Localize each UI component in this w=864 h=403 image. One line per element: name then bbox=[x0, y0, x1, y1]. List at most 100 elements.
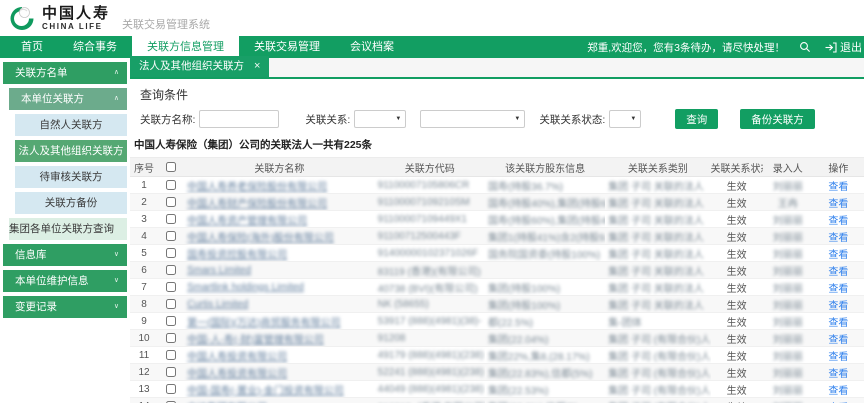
backup-parties-button[interactable]: 备份关联方 bbox=[740, 109, 815, 129]
party-code-cell: 44049 (888)(4981)(238) bbox=[375, 381, 485, 398]
chevron-down-icon: ▼ bbox=[514, 116, 520, 122]
party-name-link[interactable]: Smartlink holdings Limited bbox=[187, 282, 304, 293]
view-link[interactable]: 查看 bbox=[828, 250, 848, 261]
row-checkbox[interactable] bbox=[166, 265, 176, 275]
relation-status-cell: 生效 bbox=[711, 228, 763, 245]
action-cell: 查看 bbox=[813, 211, 864, 228]
operator-cell: 王冉 bbox=[763, 194, 813, 211]
table-row: 9第一(国际)(万达)商贸服务有限公司53917 (888)(4981)(38)… bbox=[130, 313, 864, 330]
row-checkbox[interactable] bbox=[166, 231, 176, 241]
view-link[interactable]: 查看 bbox=[828, 369, 848, 380]
party-name-link[interactable]: 中国人寿投资有限公司 bbox=[187, 352, 287, 363]
party-name-link[interactable]: 国寿投资控股有限公司 bbox=[187, 250, 287, 261]
sidebar-item-9[interactable]: 变更记录∨ bbox=[3, 296, 127, 318]
row-checkbox[interactable] bbox=[166, 282, 176, 292]
row-number-cell: 9 bbox=[130, 313, 158, 330]
sidebar-item-1[interactable]: 本单位关联方∧ bbox=[9, 88, 127, 110]
relation-category-cell: 集团 子司 关联的法人 bbox=[605, 211, 710, 228]
view-link[interactable]: 查看 bbox=[828, 335, 848, 346]
action-cell: 查看 bbox=[813, 296, 864, 313]
sidebar-item-label: 法人及其他组织关联方 bbox=[15, 140, 127, 162]
row-checkbox[interactable] bbox=[166, 350, 176, 360]
nav-item-3[interactable]: 关联交易管理 bbox=[239, 36, 335, 58]
view-link[interactable]: 查看 bbox=[828, 182, 848, 193]
sidebar-item-5[interactable]: 关联方备份 bbox=[15, 192, 127, 214]
relation-category-text: 集团 子司 关联的法人 bbox=[608, 233, 704, 244]
relation-status-cell: 生效 bbox=[711, 245, 763, 262]
shareholder-info-cell: 国寿(持股36.7%) bbox=[485, 177, 605, 194]
column-header-0: 序号 bbox=[130, 158, 158, 177]
party-name-link[interactable]: 第一(国际)(万达)商贸服务有限公司 bbox=[187, 318, 340, 329]
row-checkbox[interactable] bbox=[166, 197, 176, 207]
sidebar-item-2[interactable]: 自然人关联方 bbox=[15, 114, 127, 136]
sidebar-item-6[interactable]: 集团各单位关联方查询 bbox=[9, 218, 127, 240]
sidebar-item-label: 信息库 bbox=[15, 244, 114, 266]
table-row: 6Smars Limited83119 (香港)(有限公司)集团 子司 关联的法… bbox=[130, 262, 864, 279]
logout-button[interactable]: 退出 bbox=[825, 39, 862, 55]
party-name-cell: 中国-人-寿(-财)富管理有限公司 bbox=[184, 330, 375, 347]
sidebar-item-3[interactable]: 法人及其他组织关联方 bbox=[15, 140, 127, 162]
relation-category-text: 集团 子司 关联的法人 bbox=[608, 267, 704, 278]
relation-sub-select[interactable]: ▼ bbox=[420, 110, 525, 128]
nav-item-1[interactable]: 综合事务 bbox=[58, 36, 132, 58]
nav-item-0[interactable]: 首页 bbox=[6, 36, 58, 58]
sidebar-item-4[interactable]: 待审核关联方 bbox=[15, 166, 127, 188]
row-checkbox[interactable] bbox=[166, 384, 176, 394]
search-button[interactable]: 查询 bbox=[675, 109, 718, 129]
view-link[interactable]: 查看 bbox=[828, 284, 848, 295]
party-code-cell: 40738 (BVI)(有限公司) bbox=[375, 279, 485, 296]
party-code-text: 91100007109449X1 bbox=[378, 214, 467, 225]
action-cell: 查看 bbox=[813, 313, 864, 330]
table-row: 11中国人寿投资有限公司49179 (888)(4981)(238)集团22%,… bbox=[130, 347, 864, 364]
row-checkbox[interactable] bbox=[166, 299, 176, 309]
party-code-cell: 91100007105806CR bbox=[375, 177, 485, 194]
relation-category-cell: 集团 子司 (有限合伙)人 bbox=[605, 398, 710, 403]
view-link[interactable]: 查看 bbox=[828, 318, 848, 329]
party-name-link[interactable]: 中国-人-寿(-财)富管理有限公司 bbox=[187, 335, 324, 346]
relation-category-cell: 集团 子司 关联的法人 bbox=[605, 194, 710, 211]
relation-status-label: 关联关系状态: bbox=[539, 112, 605, 127]
close-icon[interactable]: × bbox=[254, 61, 260, 72]
party-name-input[interactable] bbox=[199, 110, 279, 128]
row-checkbox[interactable] bbox=[166, 333, 176, 343]
view-link[interactable]: 查看 bbox=[828, 233, 848, 244]
view-link[interactable]: 查看 bbox=[828, 267, 848, 278]
sidebar-item-8[interactable]: 本单位维护信息∨ bbox=[3, 270, 127, 292]
row-checkbox[interactable] bbox=[166, 367, 176, 377]
party-name-link[interactable]: 中国人寿养老保险股份有限公司 bbox=[187, 182, 327, 193]
sidebar-item-7[interactable]: 信息库∨ bbox=[3, 244, 127, 266]
party-name-link[interactable]: Smars Limited bbox=[187, 265, 251, 276]
row-checkbox-cell bbox=[158, 364, 184, 381]
relation-category-text: 集团 子司 关联的法人 bbox=[608, 182, 704, 193]
row-checkbox[interactable] bbox=[166, 316, 176, 326]
relation-select[interactable]: ▼ bbox=[354, 110, 406, 128]
nav-item-2[interactable]: 关联方信息管理 bbox=[132, 36, 239, 58]
relation-status-cell: 生效 bbox=[711, 177, 763, 194]
row-checkbox[interactable] bbox=[166, 214, 176, 224]
tab-legal-person-related-parties[interactable]: 法人及其他组织关联方 × bbox=[130, 56, 269, 77]
table-row: 2中国人寿财产保险股份有限公司91100007109210SM国寿(持股40%)… bbox=[130, 194, 864, 211]
logout-icon bbox=[825, 42, 837, 53]
row-checkbox[interactable] bbox=[166, 248, 176, 258]
party-name-link[interactable]: 中国-国寿(-置业)-金门投资有限公司 bbox=[187, 386, 344, 397]
party-name-link[interactable]: Curtis Limited bbox=[187, 299, 248, 310]
search-icon[interactable] bbox=[799, 41, 811, 53]
row-checkbox[interactable] bbox=[166, 180, 176, 190]
nav-item-4[interactable]: 会议档案 bbox=[335, 36, 409, 58]
view-link[interactable]: 查看 bbox=[828, 216, 848, 227]
party-name-link[interactable]: 中国人寿资产管理有限公司 bbox=[187, 216, 307, 227]
view-link[interactable]: 查看 bbox=[828, 301, 848, 312]
view-link[interactable]: 查看 bbox=[828, 386, 848, 397]
party-name-link[interactable]: 中国人寿财产保险股份有限公司 bbox=[187, 199, 327, 210]
operator-text: 刘丽丽 bbox=[773, 216, 803, 227]
view-link[interactable]: 查看 bbox=[828, 199, 848, 210]
view-link[interactable]: 查看 bbox=[828, 352, 848, 363]
relation-status-select[interactable]: ▼ bbox=[609, 110, 641, 128]
sidebar-item-0[interactable]: 关联方名单∧ bbox=[3, 62, 127, 84]
row-number-cell: 14 bbox=[130, 398, 158, 403]
party-name-link[interactable]: 中国人寿投资有限公司 bbox=[187, 369, 287, 380]
sidebar-item-label: 自然人关联方 bbox=[15, 114, 127, 136]
party-name-link[interactable]: 中国人寿保险(海外)股份有限公司 bbox=[187, 233, 334, 244]
shareholder-info-text: 集团22%,集8,(28.17%) bbox=[488, 352, 590, 363]
select-all-checkbox[interactable] bbox=[166, 162, 176, 172]
